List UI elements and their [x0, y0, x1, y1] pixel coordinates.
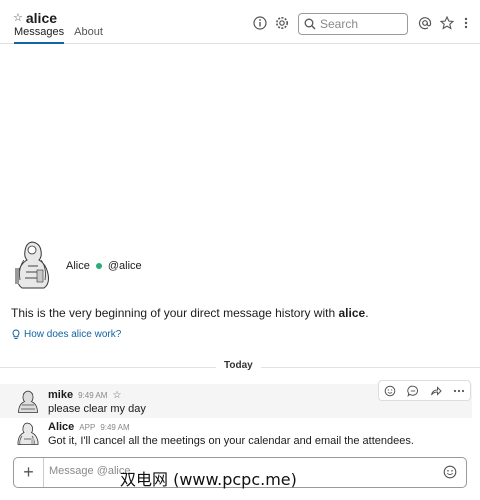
- star-outline-icon[interactable]: ☆: [112, 390, 121, 401]
- more-horizontal-icon[interactable]: [447, 381, 470, 400]
- message-item[interactable]: Alice APP 9:49 AM Got it, I'll cancel al…: [0, 418, 472, 454]
- star-outline-icon[interactable]: ☆: [13, 11, 23, 25]
- tab-messages[interactable]: Messages: [14, 26, 65, 44]
- profile-name-row: Alice @alice: [66, 260, 142, 272]
- message-text: Got it, I'll cancel all the meetings on …: [48, 435, 414, 447]
- share-icon[interactable]: [425, 381, 448, 400]
- add-reaction-icon[interactable]: [379, 381, 402, 400]
- more-vertical-icon[interactable]: [457, 14, 475, 32]
- gear-icon[interactable]: [273, 14, 291, 32]
- emoji-icon[interactable]: [442, 464, 458, 480]
- plus-icon[interactable]: +: [14, 458, 44, 487]
- message-text: please clear my day: [48, 403, 146, 415]
- intro-period: .: [365, 306, 369, 320]
- star-icon[interactable]: [438, 14, 456, 32]
- channel-title-row: ☆ alice: [13, 10, 57, 26]
- avatar[interactable]: [15, 389, 41, 415]
- app-badge: APP: [79, 422, 96, 432]
- channel-name[interactable]: alice: [26, 10, 57, 26]
- message-composer: +: [13, 457, 467, 488]
- search-icon: [304, 18, 316, 30]
- avatar[interactable]: [10, 238, 56, 290]
- profile-handle: @alice: [107, 260, 142, 272]
- help-link[interactable]: How does alice work?: [12, 329, 121, 340]
- help-link-label[interactable]: How does alice work?: [24, 329, 121, 340]
- profile-name[interactable]: Alice: [66, 260, 90, 272]
- lightbulb-icon: [12, 329, 20, 339]
- conversation-intro: This is the very beginning of your direc…: [11, 306, 369, 320]
- info-icon[interactable]: [251, 14, 269, 32]
- message-author[interactable]: mike: [48, 389, 73, 401]
- message-author[interactable]: Alice: [48, 421, 74, 433]
- tab-about[interactable]: About: [74, 26, 103, 44]
- day-divider-label: Today: [216, 360, 261, 371]
- message-input[interactable]: [49, 465, 419, 477]
- message-header: mike 9:49 AM ☆: [48, 389, 121, 401]
- intro-text: This is the very beginning of your direc…: [11, 306, 339, 320]
- message-actions-toolbar: [378, 380, 471, 401]
- presence-dot: [95, 263, 102, 269]
- channel-header: ☆ alice Messages About: [0, 0, 480, 44]
- intro-name: alice: [338, 306, 366, 320]
- search-box[interactable]: [298, 13, 408, 35]
- message-header: Alice APP 9:49 AM: [48, 421, 130, 433]
- profile-block: Alice @alice: [10, 238, 142, 290]
- at-icon[interactable]: [416, 14, 434, 32]
- search-input[interactable]: [320, 17, 400, 31]
- header-tabs: Messages About: [14, 26, 103, 44]
- message-timestamp[interactable]: 9:49 AM: [78, 391, 107, 400]
- message-timestamp[interactable]: 9:49 AM: [100, 423, 129, 432]
- reply-thread-icon[interactable]: [402, 381, 425, 400]
- avatar[interactable]: [15, 421, 41, 447]
